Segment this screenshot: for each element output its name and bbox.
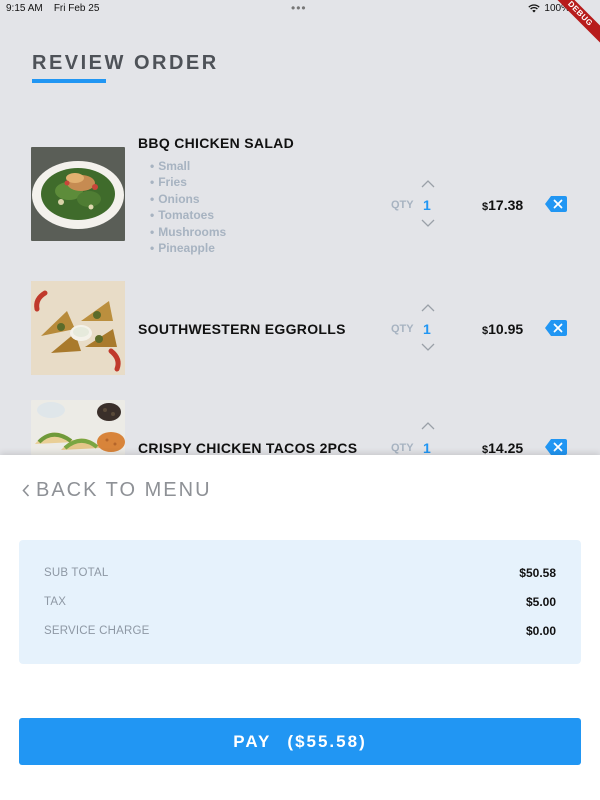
subtotal-row: SUB TOTAL $50.58	[44, 566, 556, 580]
modifier-item: Fries	[150, 174, 226, 190]
item-name: SOUTHWESTERN EGGROLLS	[138, 321, 346, 337]
pay-label: PAY	[233, 731, 272, 751]
title-underline	[32, 79, 106, 83]
status-bar: 9:15 AM Fri Feb 25 ••• 100% DEBUG	[0, 0, 600, 48]
status-date: Fri Feb 25	[53, 3, 100, 14]
multitasking-dots[interactable]: •••	[291, 1, 307, 15]
backspace-x-icon	[545, 196, 567, 212]
service-charge-row: SERVICE CHARGE $0.00	[44, 624, 556, 638]
backspace-x-icon	[545, 439, 567, 455]
price-value: 17.38	[488, 197, 524, 213]
service-charge-value: $0.00	[525, 624, 556, 638]
chevron-down-icon	[421, 343, 435, 351]
qty-increase-button[interactable]	[419, 302, 437, 314]
tax-value: $5.00	[525, 595, 556, 609]
salad-image	[31, 147, 125, 241]
backspace-x-icon	[545, 320, 567, 336]
qty-value: 1	[423, 440, 431, 456]
remove-item-button[interactable]	[544, 195, 568, 213]
item-price: $17.38	[482, 197, 523, 213]
chevron-up-icon	[421, 180, 435, 188]
status-clock: 9:15 AM	[6, 3, 43, 14]
item-name: CRISPY CHICKEN TACOS 2PCS	[138, 440, 358, 456]
modifier-item: Onions	[150, 191, 226, 207]
tax-row: TAX $5.00	[44, 595, 556, 609]
qty-decrease-button[interactable]	[419, 341, 437, 353]
modifier-list: Small Fries Onions Tomatoes Mushrooms Pi…	[150, 158, 226, 256]
service-charge-label: SERVICE CHARGE	[44, 625, 150, 637]
back-to-menu-button[interactable]: BACK TO MENU	[22, 479, 212, 502]
tax-label: TAX	[44, 596, 67, 608]
chevron-up-icon	[421, 304, 435, 312]
back-to-menu-label: BACK TO MENU	[36, 479, 212, 501]
item-name: BBQ CHICKEN SALAD	[138, 135, 294, 151]
subtotal-value: $50.58	[519, 566, 556, 580]
qty-increase-button[interactable]	[419, 178, 437, 190]
modifier-item: Mushrooms	[150, 224, 226, 240]
pay-button[interactable]: PAY ($55.58)	[19, 718, 581, 765]
chevron-up-icon	[421, 422, 435, 430]
bottom-sheet: BACK TO MENU SUB TOTAL $50.58 TAX $5.00 …	[0, 455, 600, 800]
qty-increase-button[interactable]	[419, 420, 437, 432]
remove-item-button[interactable]	[544, 319, 568, 337]
chevron-left-icon	[22, 484, 30, 497]
price-value: 10.95	[488, 321, 524, 337]
qty-value: 1	[423, 321, 431, 337]
qty-label: QTY	[391, 442, 414, 454]
eggrolls-image	[31, 281, 125, 375]
modifier-item: Small	[150, 158, 226, 174]
price-value: 14.25	[488, 440, 524, 456]
qty-label: QTY	[391, 199, 414, 211]
qty-decrease-button[interactable]	[419, 217, 437, 229]
tacos-image	[31, 400, 125, 455]
page-title: REVIEW ORDER	[32, 52, 219, 74]
item-price: $14.25	[482, 440, 523, 456]
chevron-down-icon	[421, 219, 435, 227]
status-time: 9:15 AM Fri Feb 25	[6, 3, 99, 14]
subtotal-label: SUB TOTAL	[44, 567, 109, 579]
modifier-item: Tomatoes	[150, 207, 226, 223]
pay-amount: ($55.58)	[287, 731, 367, 751]
order-summary-card: SUB TOTAL $50.58 TAX $5.00 SERVICE CHARG…	[19, 540, 581, 664]
modifier-item: Pineapple	[150, 240, 226, 256]
qty-value: 1	[423, 197, 431, 213]
qty-label: QTY	[391, 323, 414, 335]
remove-item-button[interactable]	[544, 438, 568, 456]
wifi-icon	[528, 4, 541, 13]
item-price: $10.95	[482, 321, 523, 337]
